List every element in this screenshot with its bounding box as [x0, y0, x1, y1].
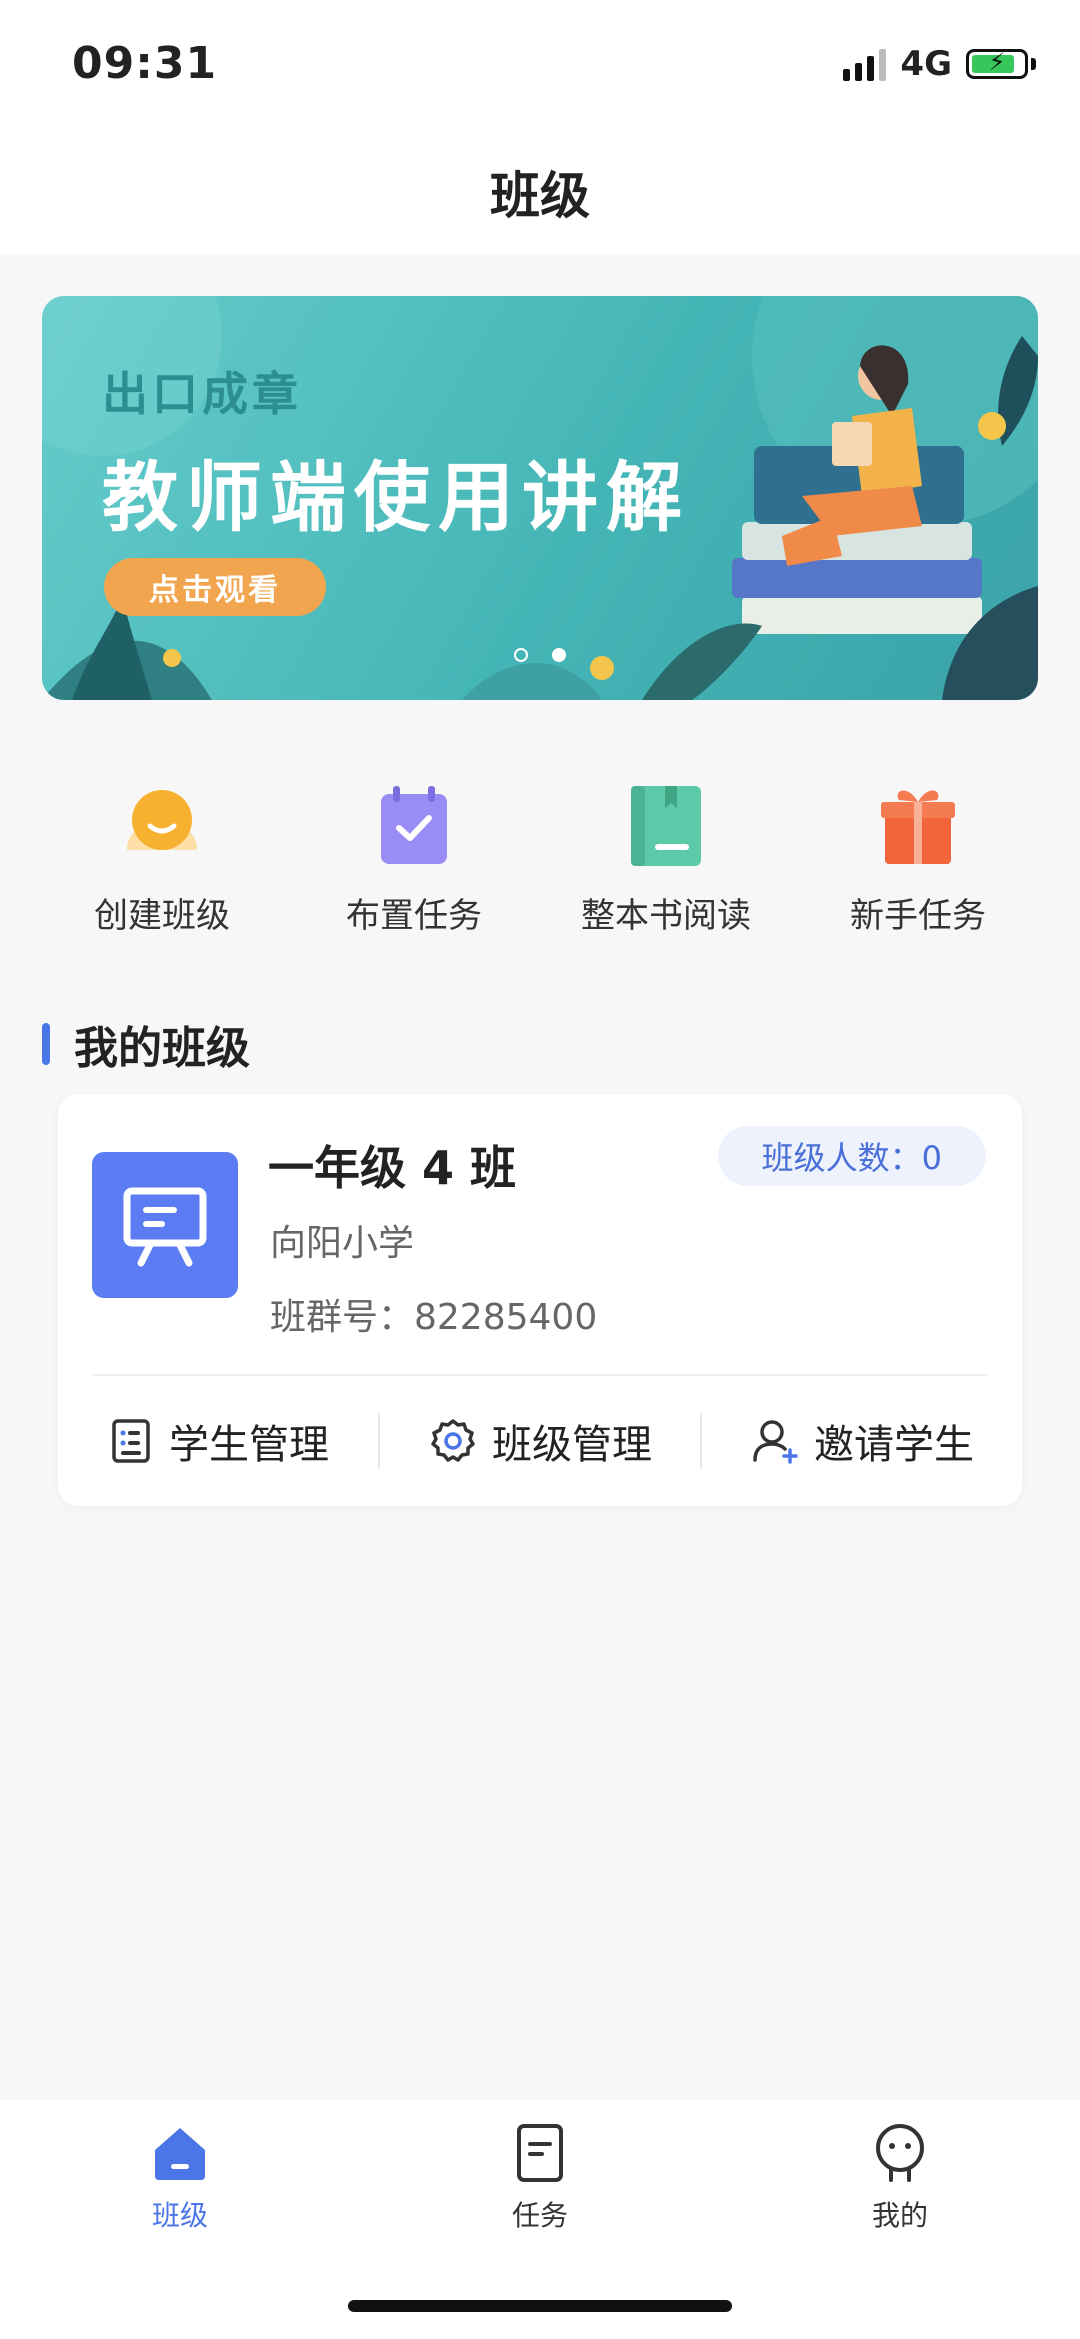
tab-class[interactable]: 班级 — [0, 2120, 360, 2234]
quick-action-assign-task[interactable]: 布置任务 — [288, 780, 540, 940]
smiley-icon — [127, 790, 197, 850]
member-count-badge: 班级人数：0 — [717, 1126, 986, 1186]
carousel-indicator — [42, 648, 1038, 662]
gift-icon — [881, 790, 955, 864]
carousel-dot-active[interactable] — [552, 648, 566, 662]
section-accent-bar — [42, 1023, 50, 1065]
student-management-button[interactable]: 学生管理 — [58, 1412, 378, 1470]
tab-tasks[interactable]: 任务 — [360, 2120, 720, 2234]
group-number: 班群号：82285400 — [270, 1297, 598, 1338]
promo-banner[interactable]: 出口成章 教师端使用讲解 点击观看 — [42, 296, 1038, 700]
class-name: 一年级 4 班 — [268, 1141, 517, 1195]
carousel-dot[interactable] — [514, 648, 528, 662]
profile-face-icon — [876, 2124, 924, 2182]
class-card[interactable]: 一年级 4 班 向阳小学 班群号：82285400 班级人数：0 学生管理 班级… — [58, 1094, 1022, 1506]
action-label: 学生管理 — [169, 1422, 329, 1468]
page-title: 班级 — [490, 167, 590, 225]
student-list-icon — [112, 1419, 150, 1463]
tab-label: 任务 — [511, 2199, 568, 2232]
quick-action-create-class[interactable]: 创建班级 — [36, 780, 288, 940]
action-label: 邀请学生 — [814, 1422, 974, 1468]
signal-icon — [843, 47, 887, 81]
network-type: 4G — [900, 44, 952, 84]
quick-action-label: 布置任务 — [346, 896, 482, 936]
task-doc-icon — [517, 2124, 563, 2182]
quick-action-label: 新手任务 — [850, 896, 986, 936]
quick-action-label: 创建班级 — [94, 896, 230, 936]
home-icon — [155, 2128, 205, 2180]
charging-bolt-icon: ⚡ — [988, 48, 1006, 76]
watch-button[interactable]: 点击观看 — [104, 558, 326, 616]
calendar-check-icon — [381, 786, 447, 864]
action-label: 班级管理 — [492, 1422, 652, 1468]
class-avatar — [92, 1152, 238, 1298]
tab-label: 我的 — [871, 2199, 928, 2232]
battery-icon: ⚡ — [966, 48, 1028, 79]
banner-subtitle: 出口成章 — [102, 367, 302, 421]
tab-mine[interactable]: 我的 — [720, 2120, 1080, 2234]
section-title: 我的班级 — [74, 1023, 250, 1074]
page-header: 班级 — [0, 130, 1080, 254]
add-user-icon — [753, 1420, 798, 1464]
battery-tip — [1031, 58, 1036, 70]
status-bar: 09:31 4G ⚡ — [0, 0, 1080, 130]
class-management-button[interactable]: 班级管理 — [380, 1412, 700, 1470]
settings-gear-icon — [431, 1419, 475, 1462]
book-icon — [631, 786, 701, 866]
quick-actions: 创建班级 布置任务 整本书阅读 新手任务 — [36, 780, 1044, 940]
school-name: 向阳小学 — [270, 1223, 415, 1264]
quick-action-book-reading[interactable]: 整本书阅读 — [540, 780, 792, 940]
invite-students-button[interactable]: 邀请学生 — [702, 1412, 1022, 1470]
class-card-actions: 学生管理 班级管理 邀请学生 — [58, 1376, 1022, 1506]
status-time: 09:31 — [72, 38, 218, 89]
banner-title: 教师端使用讲解 — [102, 453, 690, 542]
tab-label: 班级 — [151, 2199, 208, 2232]
presentation-board-icon — [123, 1187, 207, 1267]
my-classes-header: 我的班级 — [42, 1012, 250, 1076]
status-indicators: 4G ⚡ — [843, 44, 1036, 84]
home-indicator[interactable] — [348, 2300, 732, 2312]
quick-action-beginner-task[interactable]: 新手任务 — [792, 780, 1044, 940]
quick-action-label: 整本书阅读 — [581, 896, 751, 936]
